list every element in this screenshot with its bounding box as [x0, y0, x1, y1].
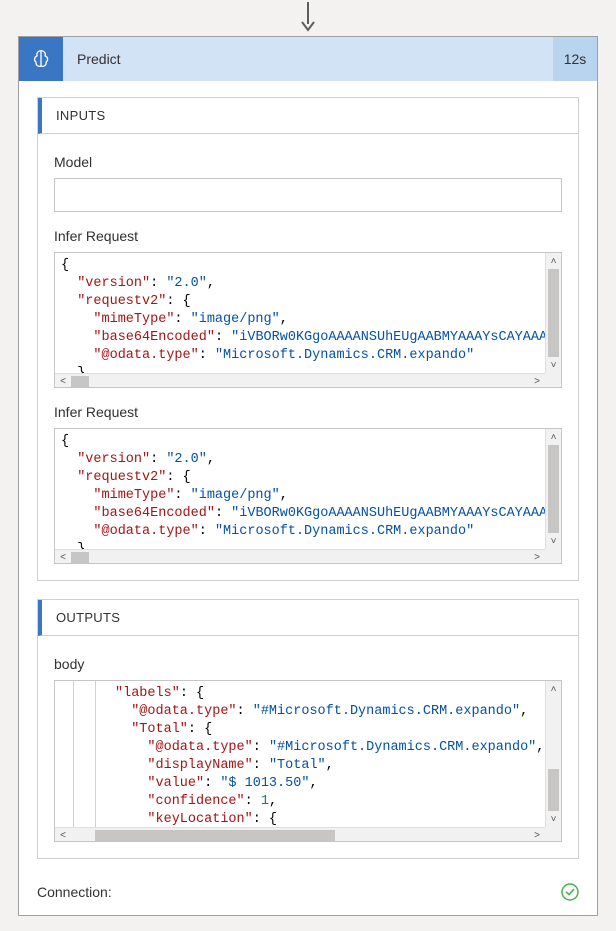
- arrow-down-icon: [299, 2, 317, 32]
- scroll-left-icon[interactable]: ˂: [55, 374, 71, 388]
- flow-arrow: [0, 0, 616, 36]
- scroll-down-icon[interactable]: ˅: [546, 811, 561, 827]
- scroll-right-icon[interactable]: ˃: [529, 550, 545, 564]
- scroll-thumb-h[interactable]: [95, 830, 335, 841]
- scroll-up-icon[interactable]: ˄: [546, 429, 561, 445]
- scroll-thumb[interactable]: [548, 269, 559, 361]
- model-input[interactable]: [54, 178, 562, 212]
- card-title: Predict: [63, 37, 553, 81]
- body-label: body: [54, 656, 562, 672]
- scroll-down-icon[interactable]: ˅: [546, 533, 561, 549]
- scroll-left-icon[interactable]: ˂: [55, 550, 71, 564]
- scroll-up-icon[interactable]: ˄: [546, 253, 561, 269]
- footer: Connection:: [19, 877, 597, 915]
- connection-status-ok-icon: [561, 883, 579, 901]
- output-body-code[interactable]: "labels": { "@odata.type": "#Microsoft.D…: [54, 680, 562, 842]
- model-label: Model: [54, 154, 562, 170]
- execution-duration: 12s: [553, 37, 597, 81]
- vertical-scrollbar[interactable]: ˄ ˅: [545, 253, 561, 388]
- vertical-scrollbar[interactable]: ˄ ˅: [545, 681, 561, 842]
- action-card-predict[interactable]: Predict 12s INPUTS Model Infer Request {…: [18, 36, 598, 916]
- inputs-section: INPUTS Model Infer Request { "version": …: [37, 97, 579, 581]
- scroll-thumb-h[interactable]: [71, 552, 89, 563]
- connection-label: Connection:: [37, 884, 112, 900]
- scroll-thumb[interactable]: [548, 445, 559, 537]
- horizontal-scrollbar[interactable]: ˂ ˃: [55, 827, 561, 842]
- infer-request-label-1: Infer Request: [54, 228, 562, 244]
- infer-request-code-2[interactable]: { "version": "2.0", "requestv2": { "mime…: [54, 428, 562, 564]
- outputs-header: OUTPUTS: [38, 600, 578, 636]
- scroll-thumb-h[interactable]: [71, 376, 89, 387]
- inputs-header: INPUTS: [38, 98, 578, 134]
- horizontal-scrollbar[interactable]: ˂ ˃: [55, 373, 561, 388]
- outputs-section: OUTPUTS body "labels": { "@odata.type": …: [37, 599, 579, 859]
- scroll-right-icon[interactable]: ˃: [529, 374, 545, 388]
- infer-request-label-2: Infer Request: [54, 404, 562, 420]
- card-body: INPUTS Model Infer Request { "version": …: [19, 81, 597, 877]
- scroll-thumb[interactable]: [548, 769, 559, 811]
- scroll-down-icon[interactable]: ˅: [546, 357, 561, 373]
- infer-request-code-1[interactable]: { "version": "2.0", "requestv2": { "mime…: [54, 252, 562, 388]
- predict-brain-icon: [19, 37, 63, 81]
- scroll-up-icon[interactable]: ˄: [546, 681, 561, 697]
- card-header[interactable]: Predict 12s: [19, 37, 597, 81]
- vertical-scrollbar[interactable]: ˄ ˅: [545, 429, 561, 564]
- horizontal-scrollbar[interactable]: ˂ ˃: [55, 549, 561, 564]
- scroll-right-icon[interactable]: ˃: [529, 828, 545, 842]
- scroll-left-icon[interactable]: ˂: [55, 828, 71, 842]
